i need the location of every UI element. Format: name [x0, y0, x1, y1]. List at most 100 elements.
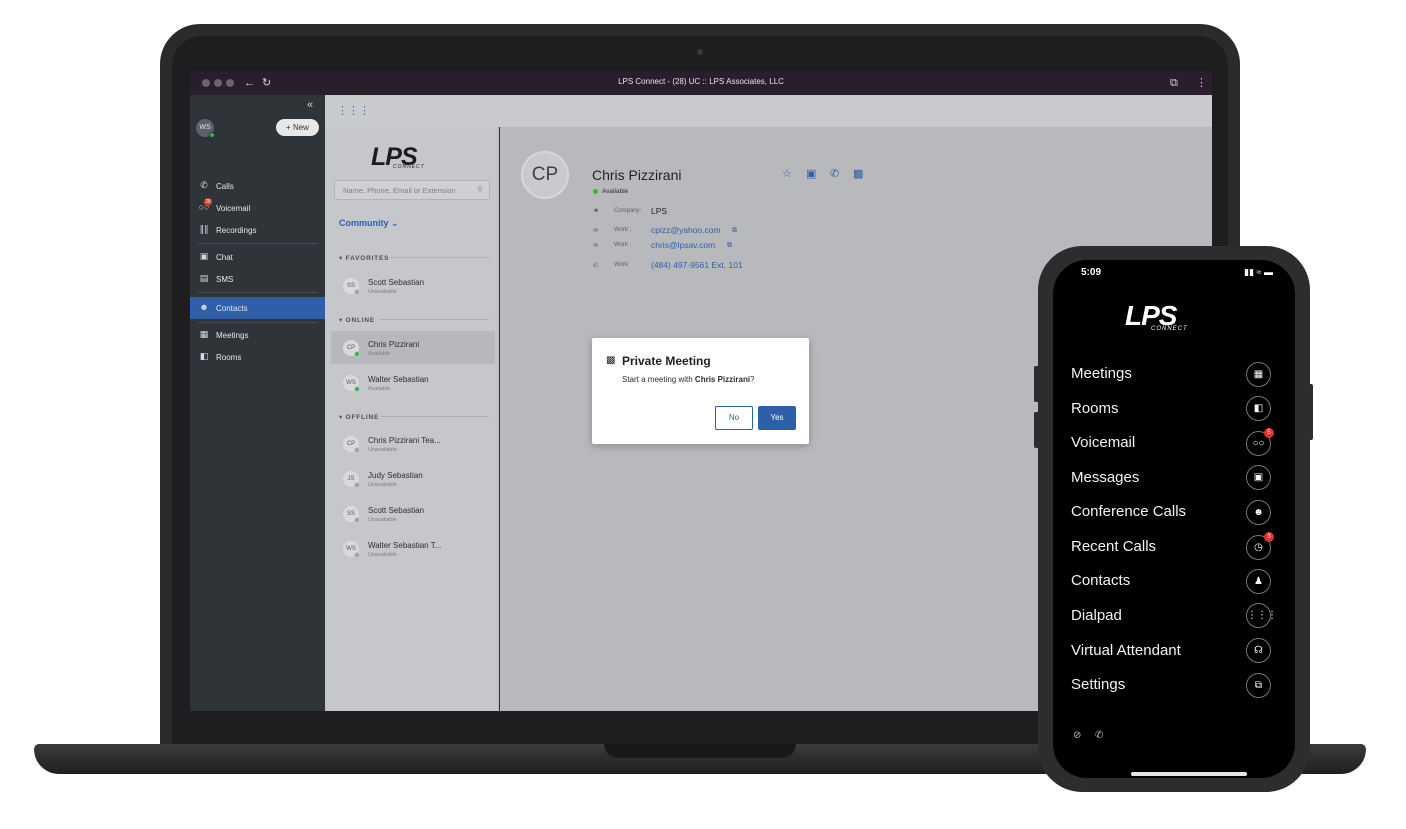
contact-avatar-large: CP	[521, 151, 569, 199]
yes-button[interactable]: Yes	[758, 406, 796, 430]
nav-item-sms[interactable]: ▤ SMS	[190, 268, 325, 290]
nav-item-voicemail[interactable]: ○○ 28 Voicemail	[190, 197, 325, 219]
new-button[interactable]: + New	[276, 119, 319, 136]
phone-icon[interactable]: ✆	[830, 167, 839, 180]
contact-item[interactable]: SS Scott Sebastian Unavailable	[331, 269, 495, 302]
chevron-down-icon: ⌄	[391, 218, 399, 228]
phone-menu-virtual-attendant[interactable]: Virtual Attendant	[1071, 642, 1181, 659]
contact-status: Available	[368, 351, 391, 357]
group-icon[interactable]: ☻	[1246, 500, 1271, 525]
meeting-icon[interactable]: ▩	[853, 167, 863, 180]
contact-name: Chris Pizzirani	[368, 340, 420, 349]
work-label: Work :	[614, 227, 632, 233]
nav-divider	[198, 322, 318, 323]
caret-icon: ▾	[339, 255, 346, 262]
star-icon[interactable]: ☆	[782, 167, 792, 180]
nav-label: Meetings	[216, 331, 249, 340]
contact-item[interactable]: WS Walter Sebastian T... Unavailable	[331, 532, 495, 565]
scene: ← ↻ LPS Connect - (28) UC :: LPS Associa…	[0, 0, 1406, 829]
company-icon: ☻	[593, 208, 600, 214]
contacts-panel: LPS CONNECT Name, Phone, Email or Extens…	[325, 127, 499, 711]
nav-label: Rooms	[216, 353, 242, 362]
phone-icon: ✆	[200, 180, 208, 190]
waveform-icon: ∥∥	[199, 224, 209, 234]
no-button[interactable]: No	[715, 406, 753, 430]
phone-menu-dialpad[interactable]: Dialpad	[1071, 607, 1122, 624]
company-label: Company:	[614, 208, 642, 214]
phone-menu-voicemail[interactable]: Voicemail	[1071, 434, 1135, 451]
email-link[interactable]: cpizz@yahoo.com	[651, 225, 721, 235]
nav-item-chat[interactable]: ▣ Chat	[190, 246, 325, 268]
contact-item[interactable]: CP Chris Pizzirani Tea... Unavailable	[331, 427, 495, 460]
contact-item-selected[interactable]: CP Chris Pizzirani Available	[331, 331, 495, 364]
home-indicator[interactable]	[1131, 772, 1247, 776]
headset-icon[interactable]: ☊	[1246, 638, 1271, 663]
contact-search-input[interactable]: Name, Phone, Email or Extension ⚲	[334, 180, 490, 200]
nav-item-rooms[interactable]: ◧ Rooms	[190, 346, 325, 368]
do-not-disturb-icon[interactable]: ⊘	[1073, 730, 1081, 741]
chat-icon[interactable]: ▣	[806, 167, 816, 180]
logout-icon[interactable]: ⧉	[1246, 673, 1271, 698]
private-meeting-dialog: ▩ Private Meeting Start a meeting with C…	[592, 338, 809, 444]
contact-status: Unavailable	[368, 289, 397, 295]
section-favorites[interactable]: ▾ FAVORITES	[339, 254, 389, 262]
copy-icon[interactable]: ⧉	[732, 227, 737, 235]
message-prefix: Start a meeting with	[622, 375, 695, 384]
more-menu-icon[interactable]: ⋮	[1196, 75, 1207, 91]
contact-item[interactable]: SS Scott Sebastian Unavailable	[331, 497, 495, 530]
phone-time: 5:09	[1081, 267, 1102, 278]
nav-divider	[198, 243, 318, 244]
phone-menu-rooms[interactable]: Rooms	[1071, 400, 1119, 417]
phone-menu-recent-calls[interactable]: Recent Calls	[1071, 538, 1156, 555]
meeting-icon: ▩	[606, 355, 616, 366]
email-link[interactable]: chris@lpsav.com	[651, 240, 715, 250]
collapse-sidebar-icon[interactable]: «	[307, 99, 313, 111]
extension-icon[interactable]: ⧉	[1170, 75, 1178, 91]
dialpad-icon[interactable]: ⋮⋮⋮	[337, 104, 370, 117]
nav-label: SMS	[216, 275, 234, 284]
nav-item-calls[interactable]: ✆ Calls	[190, 175, 325, 197]
phone-link[interactable]: (484) 497-9561 Ext. 101	[651, 260, 743, 270]
contact-name: Walter Sebastian	[368, 375, 429, 384]
section-online[interactable]: ▾ ONLINE	[339, 316, 375, 324]
presence-dot	[354, 289, 360, 295]
presence-dot	[593, 189, 598, 194]
contact-item[interactable]: JS Judy Sebastian Unavailable	[331, 462, 495, 495]
nav-item-meetings[interactable]: ▦ Meetings	[190, 324, 325, 346]
phone-menu-contacts[interactable]: Contacts	[1071, 572, 1130, 589]
user-avatar[interactable]: WS	[196, 119, 215, 138]
contact-item[interactable]: WS Walter Sebastian Available	[331, 366, 495, 399]
call-forward-icon[interactable]: ✆	[1095, 730, 1103, 741]
sms-icon: ▤	[199, 273, 209, 283]
group-dropdown[interactable]: Community ⌄	[339, 218, 399, 229]
copy-icon[interactable]: ⧉	[727, 242, 732, 250]
phone-menu-conference-calls[interactable]: Conference Calls	[1071, 503, 1186, 520]
contact-name: Judy Sebastian	[368, 471, 423, 480]
search-placeholder: Name, Phone, Email or Extension	[343, 186, 456, 195]
phone-menu-settings[interactable]: Settings	[1071, 676, 1125, 693]
contact-name: Scott Sebastian	[368, 506, 425, 515]
section-offline[interactable]: ▾ OFFLINE	[339, 413, 379, 421]
browser-titlebar: ← ↻ LPS Connect - (28) UC :: LPS Associa…	[190, 71, 1212, 95]
person-icon[interactable]: ♟	[1246, 569, 1271, 594]
nav-item-contacts[interactable]: ☻ Contacts	[190, 297, 325, 319]
nav-label: Recordings	[216, 226, 257, 235]
user-initials: WS	[199, 124, 211, 131]
contact-status: Unavailable	[368, 482, 397, 488]
phone-menu-messages[interactable]: Messages	[1071, 469, 1139, 486]
calendar-icon[interactable]: ▦	[1246, 362, 1271, 387]
divider	[379, 319, 489, 320]
divider	[381, 416, 489, 417]
nav-item-recordings[interactable]: ∥∥ Recordings	[190, 219, 325, 241]
phone-power-button	[1309, 384, 1313, 440]
door-icon[interactable]: ◧	[1246, 396, 1271, 421]
calendar-icon: ▦	[199, 329, 209, 339]
dialog-title: Private Meeting	[622, 354, 711, 368]
contact-name: Chris Pizzirani Tea...	[368, 436, 441, 445]
phone-menu-meetings[interactable]: Meetings	[1071, 365, 1132, 382]
presence-dot	[354, 447, 360, 453]
chat-icon[interactable]: ▣	[1246, 465, 1271, 490]
contact-name: Scott Sebastian	[368, 278, 425, 287]
nav-label: Contacts	[216, 304, 248, 313]
dialpad-icon[interactable]: ⋮⋮⋮	[1246, 603, 1277, 628]
